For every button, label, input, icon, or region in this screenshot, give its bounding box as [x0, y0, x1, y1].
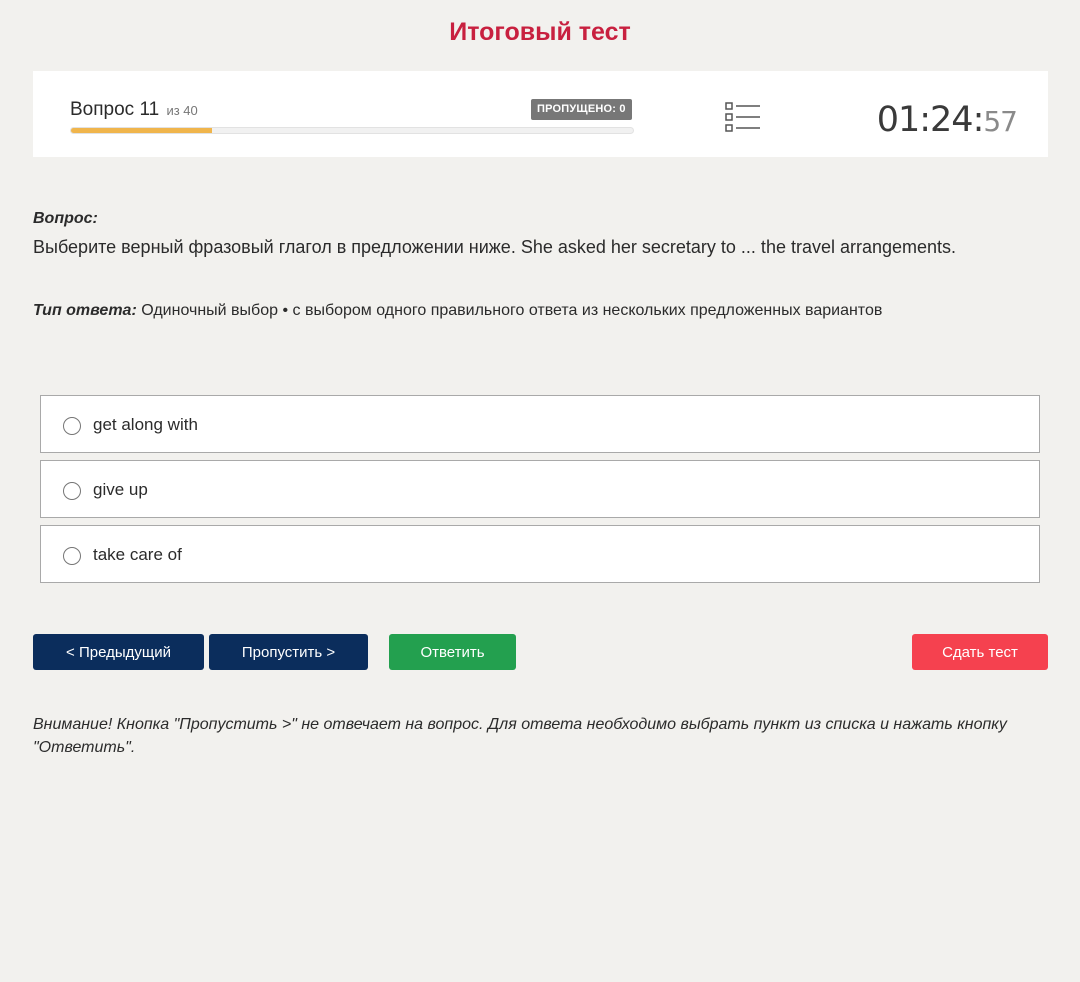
answer-option[interactable]: get along with: [40, 395, 1040, 453]
radio-button[interactable]: [63, 417, 81, 435]
question-counter: Вопрос 11 из 40: [70, 99, 198, 121]
answer-type-value: Одиночный выбор • с выбором одного прави…: [141, 302, 883, 319]
page-title: Итоговый тест: [449, 18, 631, 46]
answer-option-label: get along with: [93, 415, 198, 434]
progress-bar: [70, 127, 634, 134]
question-label: Вопрос:: [33, 210, 98, 227]
submit-test-button[interactable]: Сдать тест: [912, 634, 1048, 670]
answer-option-label: take care of: [93, 545, 182, 564]
question-list-button[interactable]: [725, 101, 761, 133]
previous-button[interactable]: < Предыдущий: [33, 634, 204, 670]
answer-type-label: Тип ответа:: [33, 302, 137, 319]
answer-type: Тип ответа: Одиночный выбор • с выбором …: [33, 302, 882, 320]
radio-button[interactable]: [63, 482, 81, 500]
notice-text: Внимание! Кнопка "Пропустить >" не отвеч…: [33, 716, 1007, 756]
timer-seconds: 57: [983, 105, 1018, 138]
answer-option-label: give up: [93, 480, 148, 499]
status-panel: Вопрос 11 из 40 ПРОПУЩЕНО: 0 01:24:57: [33, 71, 1048, 157]
question-text: Выберите верный фразовый глагол в предло…: [33, 237, 957, 257]
progress-fill: [71, 128, 212, 133]
countdown-timer: 01:24:57: [876, 100, 1018, 140]
question-number: Вопрос 11: [70, 99, 160, 120]
timer-main: 01:24:: [876, 100, 985, 140]
answer-button[interactable]: Ответить: [389, 634, 516, 670]
answer-option[interactable]: give up: [40, 460, 1040, 518]
skipped-badge: ПРОПУЩЕНО: 0: [531, 99, 632, 120]
question-total: из 40: [166, 103, 198, 118]
list-icon: [725, 102, 760, 132]
skip-button[interactable]: Пропустить >: [209, 634, 368, 670]
answer-option[interactable]: take care of: [40, 525, 1040, 583]
radio-button[interactable]: [63, 547, 81, 565]
